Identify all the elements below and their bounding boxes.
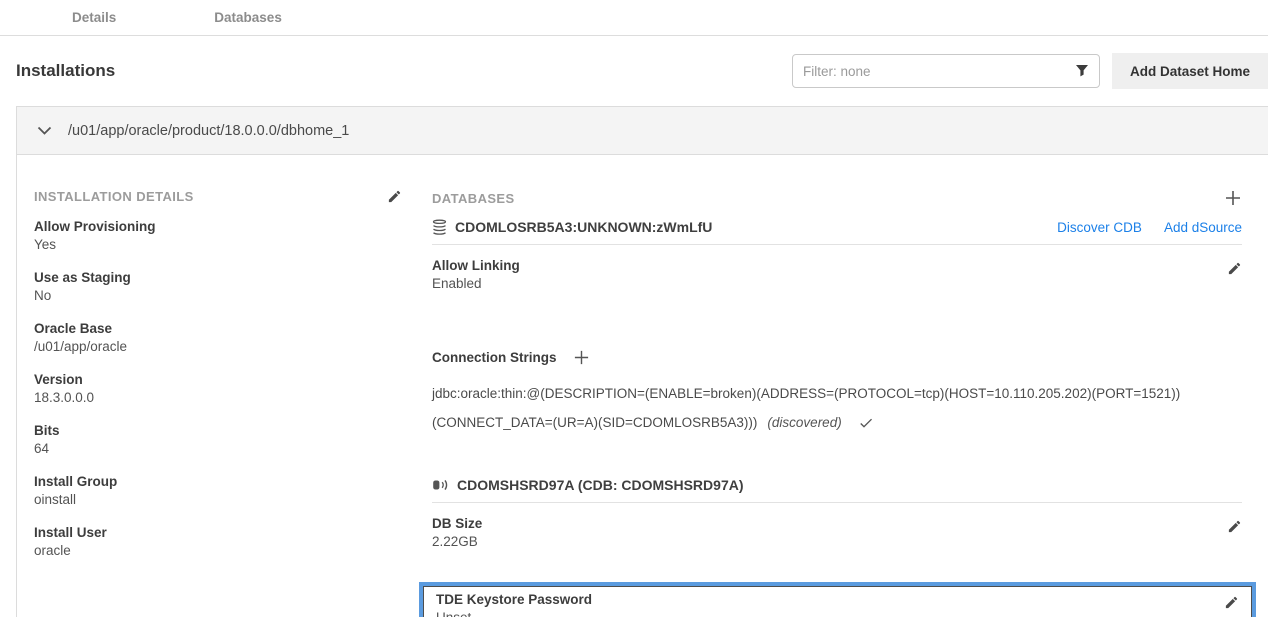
- tab-details[interactable]: Details: [72, 10, 116, 25]
- field-value: /u01/app/oracle: [34, 338, 402, 356]
- database-name: CDOMLOSRB5A3:UNKNOWN:zWmLfU: [455, 219, 712, 235]
- tde-keystore-highlight-box: TDE Keystore Password Unset: [419, 582, 1256, 617]
- db-size-row: DB Size 2.22GB: [432, 515, 1242, 551]
- cdb-database-icon: [432, 478, 449, 492]
- field-value: No: [34, 287, 402, 305]
- edit-db-size-button[interactable]: [1227, 519, 1242, 534]
- tde-keystore-password-value: Unset: [436, 609, 592, 617]
- installation-panel-header[interactable]: /u01/app/oracle/product/18.0.0.0/dbhome_…: [17, 107, 1268, 155]
- field-label: Oracle Base: [34, 320, 402, 338]
- allow-linking-label: Allow Linking: [432, 257, 520, 275]
- toolbar: Installations Add Dataset Home: [0, 36, 1268, 106]
- field-value: 18.3.0.0.0: [34, 389, 402, 407]
- databases-section: DATABASES CDOMLOSRB5A3:UNKNOWN:zWmLfU: [432, 189, 1242, 617]
- add-connection-string-button[interactable]: [573, 349, 590, 366]
- field-allow-provisioning: Allow Provisioning Yes: [34, 218, 402, 254]
- database-row-cdomlosrb5a3: CDOMLOSRB5A3:UNKNOWN:zWmLfU Discover CDB…: [432, 219, 1242, 245]
- checkmark-icon: [858, 415, 874, 431]
- connection-strings-header: Connection Strings: [432, 349, 1242, 366]
- connection-strings-title: Connection Strings: [432, 350, 557, 365]
- allow-linking-row: Allow Linking Enabled: [432, 257, 1242, 293]
- field-install-user: Install User oracle: [34, 524, 402, 560]
- installation-details-title: INSTALLATION DETAILS: [34, 189, 194, 204]
- add-dataset-home-button[interactable]: Add Dataset Home: [1112, 53, 1268, 89]
- field-value: 64: [34, 440, 402, 458]
- discovered-note: (discovered): [767, 415, 841, 431]
- database-row-cdomshsrd97a: CDOMSHSRD97A (CDB: CDOMSHSRD97A): [432, 477, 1242, 503]
- allow-linking-value: Enabled: [432, 275, 520, 293]
- jdbc-connection-string-line1: jdbc:oracle:thin:@(DESCRIPTION=(ENABLE=b…: [432, 386, 1242, 402]
- tab-bar: Details Databases: [0, 0, 1268, 36]
- discover-cdb-link[interactable]: Discover CDB: [1057, 220, 1142, 235]
- installation-panel: /u01/app/oracle/product/18.0.0.0/dbhome_…: [16, 106, 1268, 617]
- add-database-button[interactable]: [1224, 189, 1242, 207]
- filter-icon[interactable]: [1075, 64, 1089, 78]
- field-label: Install Group: [34, 473, 402, 491]
- filter-input[interactable]: [803, 64, 1075, 79]
- edit-tde-keystore-password-button[interactable]: [1224, 595, 1239, 610]
- page-title: Installations: [16, 61, 115, 81]
- field-use-as-staging: Use as Staging No: [34, 269, 402, 305]
- installation-path: /u01/app/oracle/product/18.0.0.0/dbhome_…: [68, 123, 349, 139]
- field-label: Use as Staging: [34, 269, 402, 287]
- field-label: Bits: [34, 422, 402, 440]
- field-value: Yes: [34, 236, 402, 254]
- db-size-label: DB Size: [432, 515, 482, 533]
- field-install-group: Install Group oinstall: [34, 473, 402, 509]
- db-size-value: 2.22GB: [432, 533, 482, 551]
- field-value: oinstall: [34, 491, 402, 509]
- database-icon: [432, 219, 447, 235]
- edit-allow-linking-button[interactable]: [1227, 261, 1242, 276]
- field-oracle-base: Oracle Base /u01/app/oracle: [34, 320, 402, 356]
- field-label: Install User: [34, 524, 402, 542]
- installation-details-section: INSTALLATION DETAILS Allow Provisioning …: [34, 189, 432, 617]
- jdbc-line2-text: (CONNECT_DATA=(UR=A)(SID=CDOMLOSRB5A3))): [432, 415, 757, 431]
- filter-input-wrap: [792, 54, 1100, 88]
- field-bits: Bits 64: [34, 422, 402, 458]
- edit-installation-details-button[interactable]: [387, 189, 402, 204]
- field-value: oracle: [34, 542, 402, 560]
- field-label: Allow Provisioning: [34, 218, 402, 236]
- tab-databases[interactable]: Databases: [214, 10, 282, 25]
- tde-keystore-password-label: TDE Keystore Password: [436, 591, 592, 609]
- field-label: Version: [34, 371, 402, 389]
- field-version: Version 18.3.0.0.0: [34, 371, 402, 407]
- databases-title: DATABASES: [432, 191, 515, 206]
- jdbc-connection-string-line2: (CONNECT_DATA=(UR=A)(SID=CDOMLOSRB5A3)))…: [432, 415, 1242, 431]
- database-name: CDOMSHSRD97A (CDB: CDOMSHSRD97A): [457, 477, 744, 493]
- add-dsource-link[interactable]: Add dSource: [1164, 220, 1242, 235]
- chevron-down-icon: [37, 126, 52, 135]
